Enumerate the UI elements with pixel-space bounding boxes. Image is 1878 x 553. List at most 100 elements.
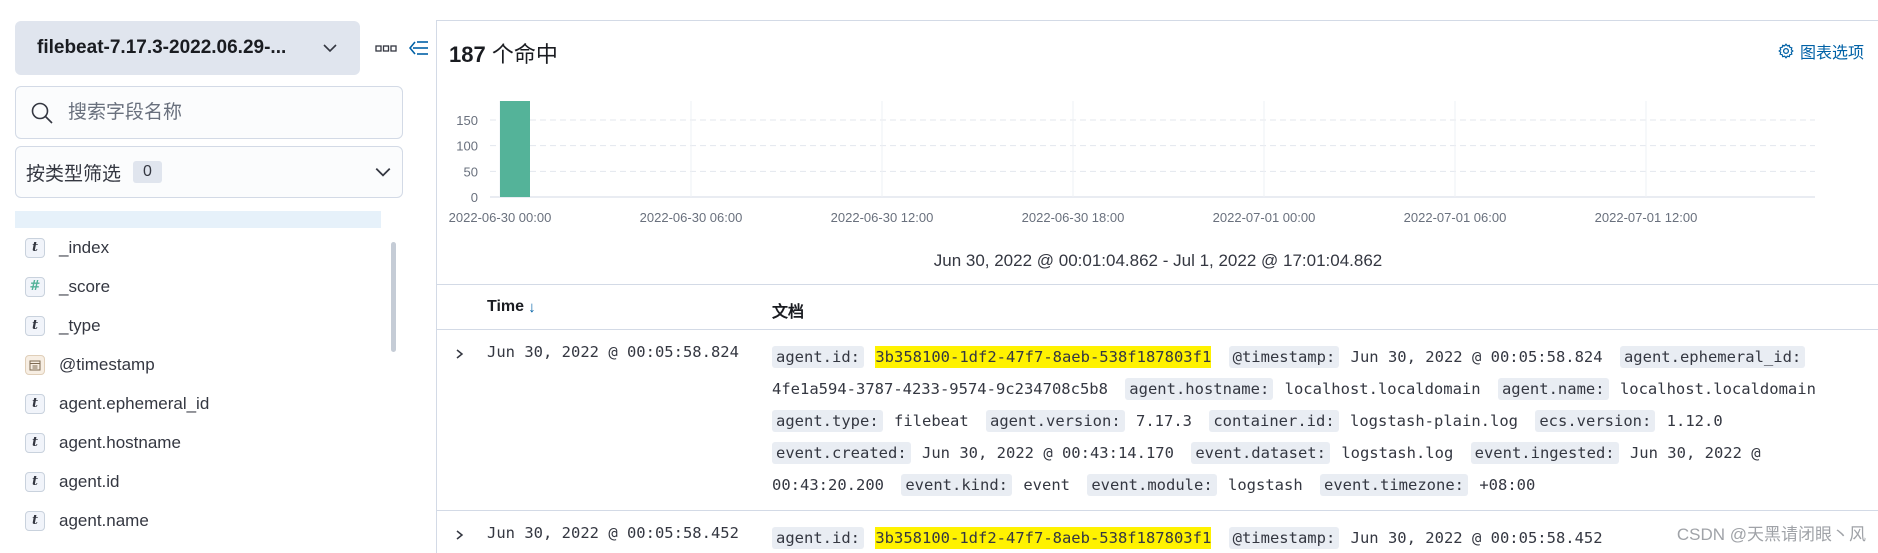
type-filter-button[interactable]: 按类型筛选 0	[15, 146, 403, 198]
field-list-item[interactable]: t _index	[15, 228, 381, 267]
document-field-value: localhost.localdomain	[1619, 380, 1816, 398]
document-field: agent.id: 3b358100-1df2-47f7-8aeb-538f18…	[772, 527, 1219, 549]
chevron-right-icon	[456, 349, 464, 359]
document-field-value: +08:00	[1479, 476, 1536, 494]
document-field-key: ecs.version:	[1535, 410, 1656, 432]
field-name: _score	[59, 276, 111, 296]
field-search-input[interactable]	[68, 101, 368, 124]
document-field-value: filebeat	[894, 412, 969, 430]
document-field: agent.id: 3b358100-1df2-47f7-8aeb-538f18…	[772, 346, 1219, 368]
histogram-chart: 0 50 100 150 2022-06-30 00:00 2022-06-30 06:0…	[449, 101, 1815, 225]
document-field-key: event.ingested:	[1470, 442, 1619, 464]
document-field-key: event.module:	[1087, 474, 1217, 496]
x-tick-label: 2022-06-30 00:00	[449, 210, 552, 225]
document-field-value: 7.17.3	[1136, 412, 1192, 430]
column-header-time-label: Time	[487, 298, 525, 315]
document-field: agent.name: localhost.localdomain	[1497, 378, 1824, 400]
search-icon	[31, 102, 53, 124]
string-type-icon: t	[25, 510, 45, 531]
field-name: agent.ephemeral_id	[59, 393, 210, 413]
field-list-item[interactable]: t agent.id	[15, 462, 381, 501]
chevron-down-icon	[375, 167, 391, 177]
type-filter-count-badge: 0	[133, 161, 162, 183]
field-list-selected-strip	[15, 211, 381, 228]
field-list-scrollbar[interactable]	[391, 242, 396, 352]
string-type-icon: t	[25, 237, 45, 258]
field-name: _index	[59, 237, 110, 257]
x-tick-label: 2022-06-30 12:00	[831, 210, 934, 225]
document-field: event.kind: event	[901, 474, 1078, 496]
y-tick-label: 0	[471, 190, 478, 205]
main-panel: 187 个命中 图表选项 0 50 100 150 2022-06-30 00:00 20…	[436, 20, 1878, 553]
x-tick-label: 2022-06-30 18:00	[1022, 210, 1125, 225]
field-list-item[interactable]: @timestamp	[15, 345, 381, 384]
field-list-item[interactable]: t _type	[15, 306, 381, 345]
field-list: t _index # _score t _type @timestamp t agent.eph…	[15, 228, 381, 553]
expand-row-button[interactable]	[449, 344, 469, 364]
document-field-key: agent.hostname:	[1125, 378, 1274, 400]
column-header-document: 文档	[772, 304, 805, 321]
document-field-key: @timestamp:	[1228, 346, 1340, 368]
document-field-value: logstash-plain.log	[1350, 412, 1518, 430]
field-list-item[interactable]: # _score	[15, 267, 381, 306]
document-field-key: agent.ephemeral_id:	[1619, 346, 1806, 368]
document-field-key: container.id:	[1209, 410, 1339, 432]
x-tick-label: 2022-07-01 00:00	[1213, 210, 1316, 225]
collapse-sidebar-button[interactable]	[408, 36, 430, 60]
x-tick-label: 2022-06-30 06:00	[640, 210, 743, 225]
row-document: agent.id: 3b358100-1df2-47f7-8aeb-538f18…	[772, 341, 1872, 501]
y-tick-label: 50	[464, 164, 478, 179]
gear-icon	[1778, 43, 1794, 59]
chart-options-button[interactable]: 图表选项	[1778, 39, 1864, 63]
chevron-right-icon	[456, 530, 464, 540]
field-search	[15, 86, 403, 139]
watermark: CSDN @天黑请闭眼丶风	[1676, 525, 1866, 544]
document-field-key: agent.id:	[772, 346, 864, 368]
number-type-icon: #	[25, 276, 45, 297]
document-field-value: logstash.log	[1341, 444, 1454, 462]
expand-row-button[interactable]	[449, 525, 469, 545]
document-field-value: Jun 30, 2022 @ 00:05:58.824	[1350, 348, 1603, 366]
document-field-key: event.dataset:	[1191, 442, 1330, 464]
field-list-item[interactable]: t agent.ephemeral_id	[15, 384, 381, 423]
more-options-icon	[375, 45, 397, 52]
column-header-time[interactable]: Time ↓	[487, 298, 536, 316]
document-field: event.timezone: +08:00	[1320, 474, 1543, 496]
field-name: agent.id	[59, 471, 120, 491]
field-list-item[interactable]: t agent.hostname	[15, 423, 381, 462]
document-field: @timestamp: Jun 30, 2022 @ 00:05:58.824	[1228, 346, 1611, 368]
chart-options-label: 图表选项	[1799, 45, 1864, 62]
document-field-value: Jun 30, 2022 @ 00:43:14.170	[922, 444, 1174, 462]
row-timestamp: Jun 30, 2022 @ 00:05:58.824	[487, 343, 739, 361]
y-tick-label: 150	[456, 113, 478, 128]
field-name: @timestamp	[59, 354, 155, 374]
document-field: @timestamp: Jun 30, 2022 @ 00:05:58.452	[1228, 527, 1611, 549]
field-name: agent.name	[59, 510, 149, 530]
string-type-icon: t	[25, 471, 45, 492]
index-pattern-label: filebeat-7.17.3-2022.06.29-...	[37, 37, 287, 58]
field-name: agent.hostname	[59, 432, 181, 452]
options-button[interactable]	[374, 38, 398, 58]
document-field: agent.version: 7.17.3	[986, 410, 1200, 432]
sort-down-icon[interactable]: ↓	[528, 299, 536, 316]
y-tick-label: 100	[456, 139, 478, 154]
document-field-key: agent.version:	[986, 410, 1125, 432]
document-field: event.dataset: logstash.log	[1191, 442, 1461, 464]
document-field-key: event.timezone:	[1320, 474, 1468, 496]
field-list-item[interactable]: t agent.name	[15, 501, 381, 540]
document-field-value: Jun 30, 2022 @ 00:05:58.452	[1350, 529, 1603, 547]
calendar-icon	[25, 354, 45, 375]
document-field-value: logstash	[1228, 476, 1303, 494]
document-field: event.created: Jun 30, 2022 @ 00:43:14.1…	[772, 442, 1182, 464]
sidebar: filebeat-7.17.3-2022.06.29-... 按类型筛选 0 t…	[0, 0, 436, 553]
table-row: Jun 30, 2022 @ 00:05:58.452 agent.id: 3b3…	[437, 511, 1878, 553]
hits-count: 187	[449, 42, 486, 67]
document-field: ecs.version: 1.12.0	[1535, 410, 1730, 432]
document-field-value: localhost.localdomain	[1284, 380, 1481, 398]
index-pattern-selector[interactable]: filebeat-7.17.3-2022.06.29-...	[15, 21, 360, 75]
document-field-value: 1.12.0	[1666, 412, 1723, 430]
document-field-key: event.created:	[772, 442, 911, 464]
type-filter-label: 按类型筛选	[26, 163, 122, 185]
string-type-icon: t	[25, 393, 45, 414]
histogram-bar	[500, 101, 530, 197]
